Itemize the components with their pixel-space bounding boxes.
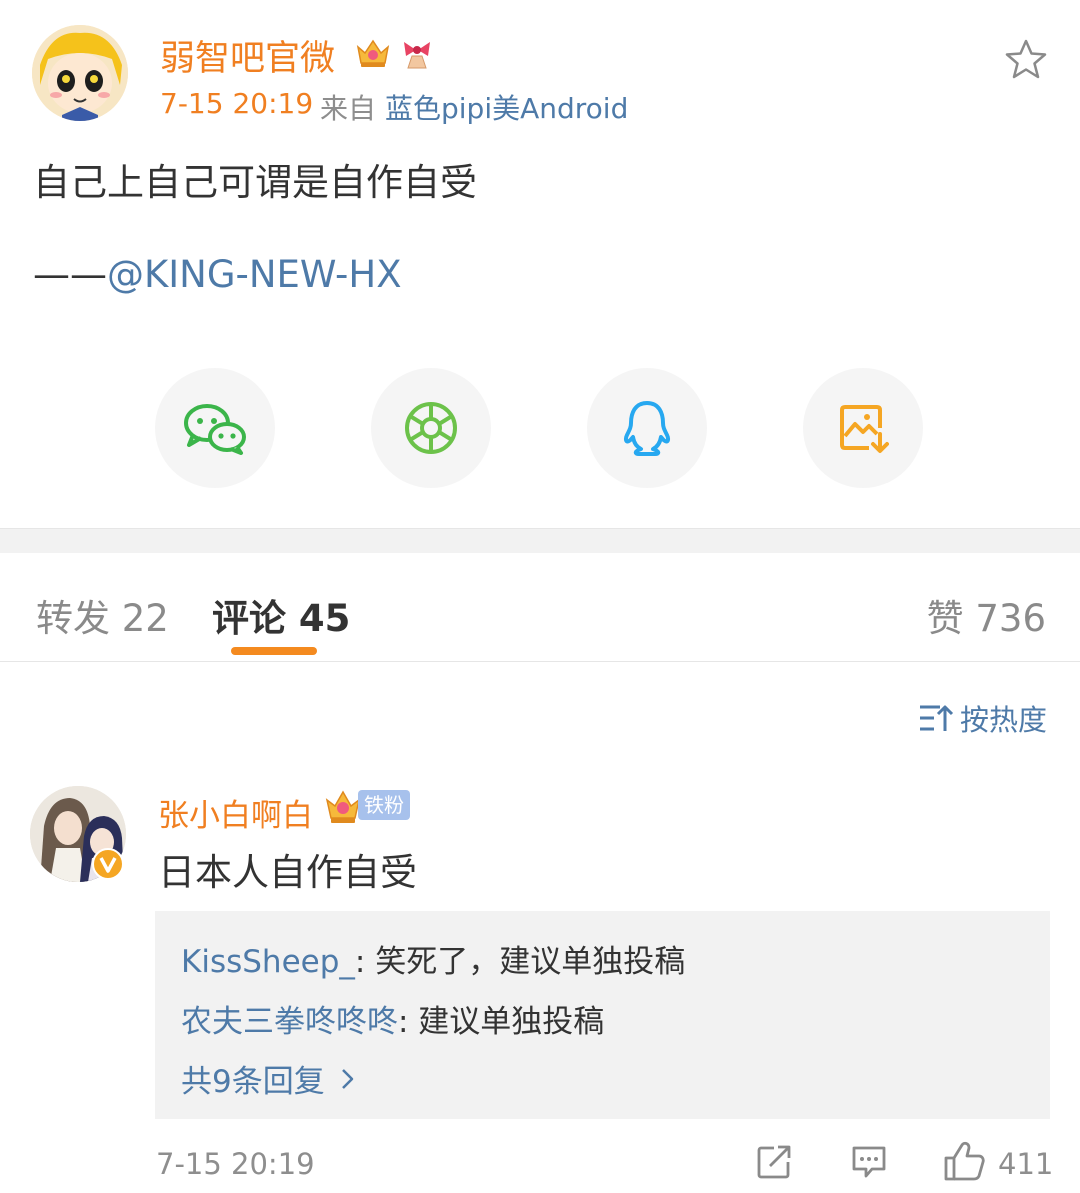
comment-text: 日本人自作自受 — [158, 851, 417, 894]
reply-author[interactable]: KissSheep_ — [181, 944, 355, 980]
reply-text: : 建议单独投稿 — [398, 1004, 605, 1040]
mention-dash: —— — [33, 253, 107, 296]
tab-repost[interactable]: 转发 22 — [36, 588, 169, 642]
tab-like[interactable]: 赞 736 — [927, 588, 1046, 642]
commenter-name[interactable]: 张小白啊白 — [158, 790, 313, 835]
view-all-replies-link[interactable]: 共9条回复 — [181, 1056, 355, 1101]
save-image-button[interactable] — [803, 368, 923, 488]
source-prefix: 来自 — [320, 92, 377, 125]
share-wechat-button[interactable] — [155, 368, 275, 488]
tabs-divider — [0, 661, 1080, 662]
chevron-right-icon — [341, 1068, 353, 1089]
qq-icon — [623, 401, 671, 456]
mention-link[interactable]: @KING-NEW-HX — [107, 253, 402, 296]
author-name[interactable]: 弱智吧官微 — [160, 30, 335, 81]
wechat-icon — [184, 404, 246, 455]
tab-comment[interactable]: 评论 45 — [212, 588, 350, 642]
fan-level-badge[interactable]: 铁粉 — [358, 790, 410, 820]
post-text: 自己上自己可谓是自作自受 — [33, 161, 477, 204]
comment-time: 7-15 20:19 — [156, 1147, 315, 1181]
crown-badge-icon[interactable] — [355, 35, 391, 69]
reply-comment-icon[interactable] — [850, 1144, 888, 1180]
mention-line: ——@KING-NEW-HX — [33, 253, 402, 296]
sort-label: 按热度 — [960, 703, 1048, 737]
like-thumb-icon[interactable] — [942, 1140, 986, 1182]
reply-item[interactable]: KissSheep_: 笑死了，建议单独投稿 — [181, 936, 685, 981]
source-link[interactable]: 蓝色pipi美Android — [385, 87, 628, 127]
moments-icon — [405, 402, 457, 454]
active-tab-indicator — [231, 647, 317, 655]
sort-icon — [920, 705, 954, 731]
save-image-icon — [840, 405, 889, 453]
favorite-star-icon[interactable] — [1004, 38, 1048, 80]
reply-item[interactable]: 农夫三拳咚咚咚: 建议单独投稿 — [181, 996, 604, 1041]
verified-badge-icon — [92, 848, 124, 880]
sort-button[interactable]: 按热度 — [918, 698, 1047, 738]
share-qq-button[interactable] — [587, 368, 707, 488]
repost-comment-icon[interactable] — [756, 1144, 792, 1180]
post-time: 7-15 20:19 — [160, 87, 314, 120]
reply-author[interactable]: 农夫三拳咚咚咚 — [181, 1004, 398, 1040]
reply-text: : 笑死了，建议单独投稿 — [354, 944, 686, 980]
like-count: 411 — [998, 1147, 1054, 1181]
fan-crown-icon — [323, 786, 363, 826]
more-replies-label: 共9条回复 — [181, 1064, 325, 1100]
share-moments-button[interactable] — [371, 368, 491, 488]
section-separator — [0, 528, 1080, 553]
author-avatar[interactable] — [32, 25, 128, 121]
reply-preview-box[interactable]: KissSheep_: 笑死了，建议单独投稿 农夫三拳咚咚咚: 建议单独投稿 共… — [155, 911, 1050, 1119]
ribbon-badge-icon[interactable] — [398, 34, 436, 72]
